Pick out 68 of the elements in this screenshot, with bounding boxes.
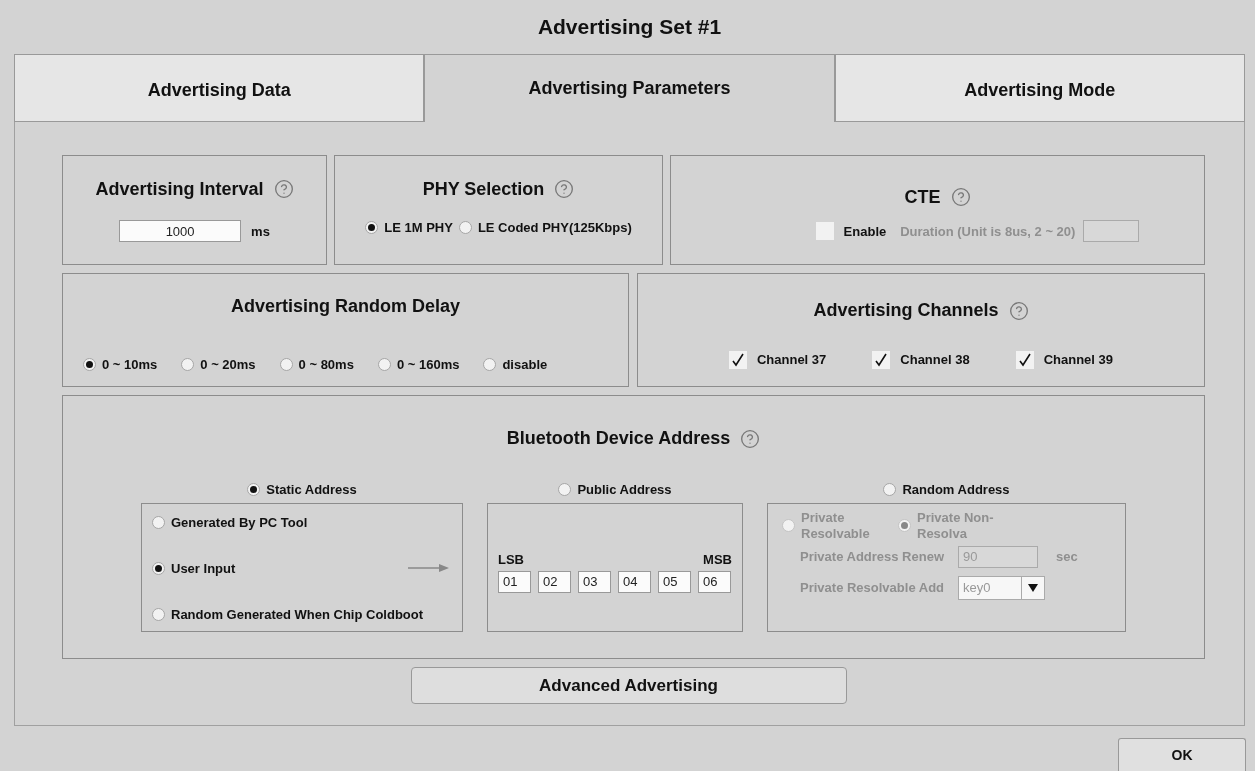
radio-button[interactable]: Random Generated When Chip Coldboot xyxy=(152,606,424,622)
msb-label: MSB xyxy=(703,551,732,567)
radio-circle[interactable] xyxy=(152,607,165,621)
radio-button[interactable]: 0 ~ 10ms xyxy=(83,356,158,372)
radio-circle[interactable] xyxy=(247,482,261,496)
check-icon xyxy=(1017,352,1032,367)
duration-label: Duration (Unit is 8us, 2 ~ 20) xyxy=(900,223,1076,239)
checkbox[interactable]: Channel 37 xyxy=(728,350,827,369)
help-icon[interactable] xyxy=(554,179,575,199)
byte-field[interactable]: 05 xyxy=(658,570,691,593)
group-title: Advertising Random Delay xyxy=(230,296,461,318)
checkbox-square[interactable] xyxy=(1015,350,1034,369)
radio-circle[interactable] xyxy=(377,357,391,371)
group-title: Bluetooth Device Address xyxy=(506,428,731,450)
help-icon[interactable] xyxy=(273,179,294,199)
checkbox[interactable]: Channel 39 xyxy=(1015,350,1114,369)
radio-button[interactable]: User Input xyxy=(152,560,236,576)
interval-field[interactable]: 1000 xyxy=(119,220,242,242)
radio-circle[interactable] xyxy=(83,357,96,371)
byte-field[interactable]: 02 xyxy=(538,570,571,593)
radio-button[interactable]: LE Coded PHY(125Kbps) xyxy=(458,220,632,235)
arrow-icon xyxy=(408,563,450,574)
radio-button[interactable]: 0 ~ 20ms xyxy=(181,356,256,372)
radio-circle[interactable] xyxy=(365,221,379,234)
checkbox-square[interactable] xyxy=(872,350,891,369)
window-title: Advertising Set #1 xyxy=(536,14,723,40)
byte-field[interactable]: 04 xyxy=(618,570,651,593)
radio-circle[interactable] xyxy=(152,515,165,529)
key-label: Private Resolvable Add xyxy=(800,580,945,596)
tab[interactable]: Advertising Parameters xyxy=(424,54,835,122)
radio-button[interactable]: Static Address xyxy=(247,481,357,497)
radio-button[interactable]: Public Address xyxy=(558,481,672,497)
radio-circle[interactable] xyxy=(181,357,195,371)
tab[interactable]: Advertising Mode xyxy=(834,54,1245,122)
check-icon xyxy=(730,352,745,367)
checkbox[interactable]: Enable xyxy=(815,222,887,240)
lsb-label: LSB xyxy=(498,551,524,567)
checkbox-square[interactable] xyxy=(815,222,834,240)
tab[interactable]: Advertising Data xyxy=(14,54,425,122)
checkbox[interactable]: Channel 38 xyxy=(872,350,970,369)
byte-field[interactable]: 03 xyxy=(578,570,611,593)
group-title: CTE xyxy=(904,186,941,208)
group-title: PHY Selection xyxy=(422,178,545,200)
ok-button[interactable]: OK xyxy=(1118,738,1246,771)
byte-field[interactable]: 01 xyxy=(498,570,531,593)
help-icon[interactable] xyxy=(950,187,971,207)
dropdown-arrow-icon xyxy=(1028,583,1038,592)
unit-label: sec xyxy=(1056,549,1078,565)
radio-circle[interactable] xyxy=(152,561,165,575)
unit-label: ms xyxy=(251,223,270,239)
help-icon[interactable] xyxy=(740,428,761,449)
radio-circle[interactable] xyxy=(483,357,497,371)
radio-circle[interactable] xyxy=(558,482,572,496)
renew-label: Private Address Renew xyxy=(800,549,946,565)
byte-field[interactable]: 06 xyxy=(698,570,731,593)
radio-button[interactable]: Generated By PC Tool xyxy=(152,514,308,530)
radio-button[interactable]: 0 ~ 160ms xyxy=(377,356,460,372)
radio-button[interactable]: LE 1M PHY xyxy=(365,220,453,235)
radio-button[interactable]: disable xyxy=(483,356,548,372)
radio-circle[interactable] xyxy=(279,357,293,371)
group-title: Advertising Interval xyxy=(95,178,264,200)
help-icon[interactable] xyxy=(1008,300,1029,321)
check-icon xyxy=(874,352,889,367)
checkbox-square[interactable] xyxy=(728,350,747,369)
radio-button[interactable]: 0 ~ 80ms xyxy=(279,356,354,372)
group-title: Advertising Channels xyxy=(813,300,999,322)
advanced-button[interactable]: Advanced Advertising xyxy=(410,667,847,704)
radio-circle[interactable] xyxy=(458,221,472,234)
